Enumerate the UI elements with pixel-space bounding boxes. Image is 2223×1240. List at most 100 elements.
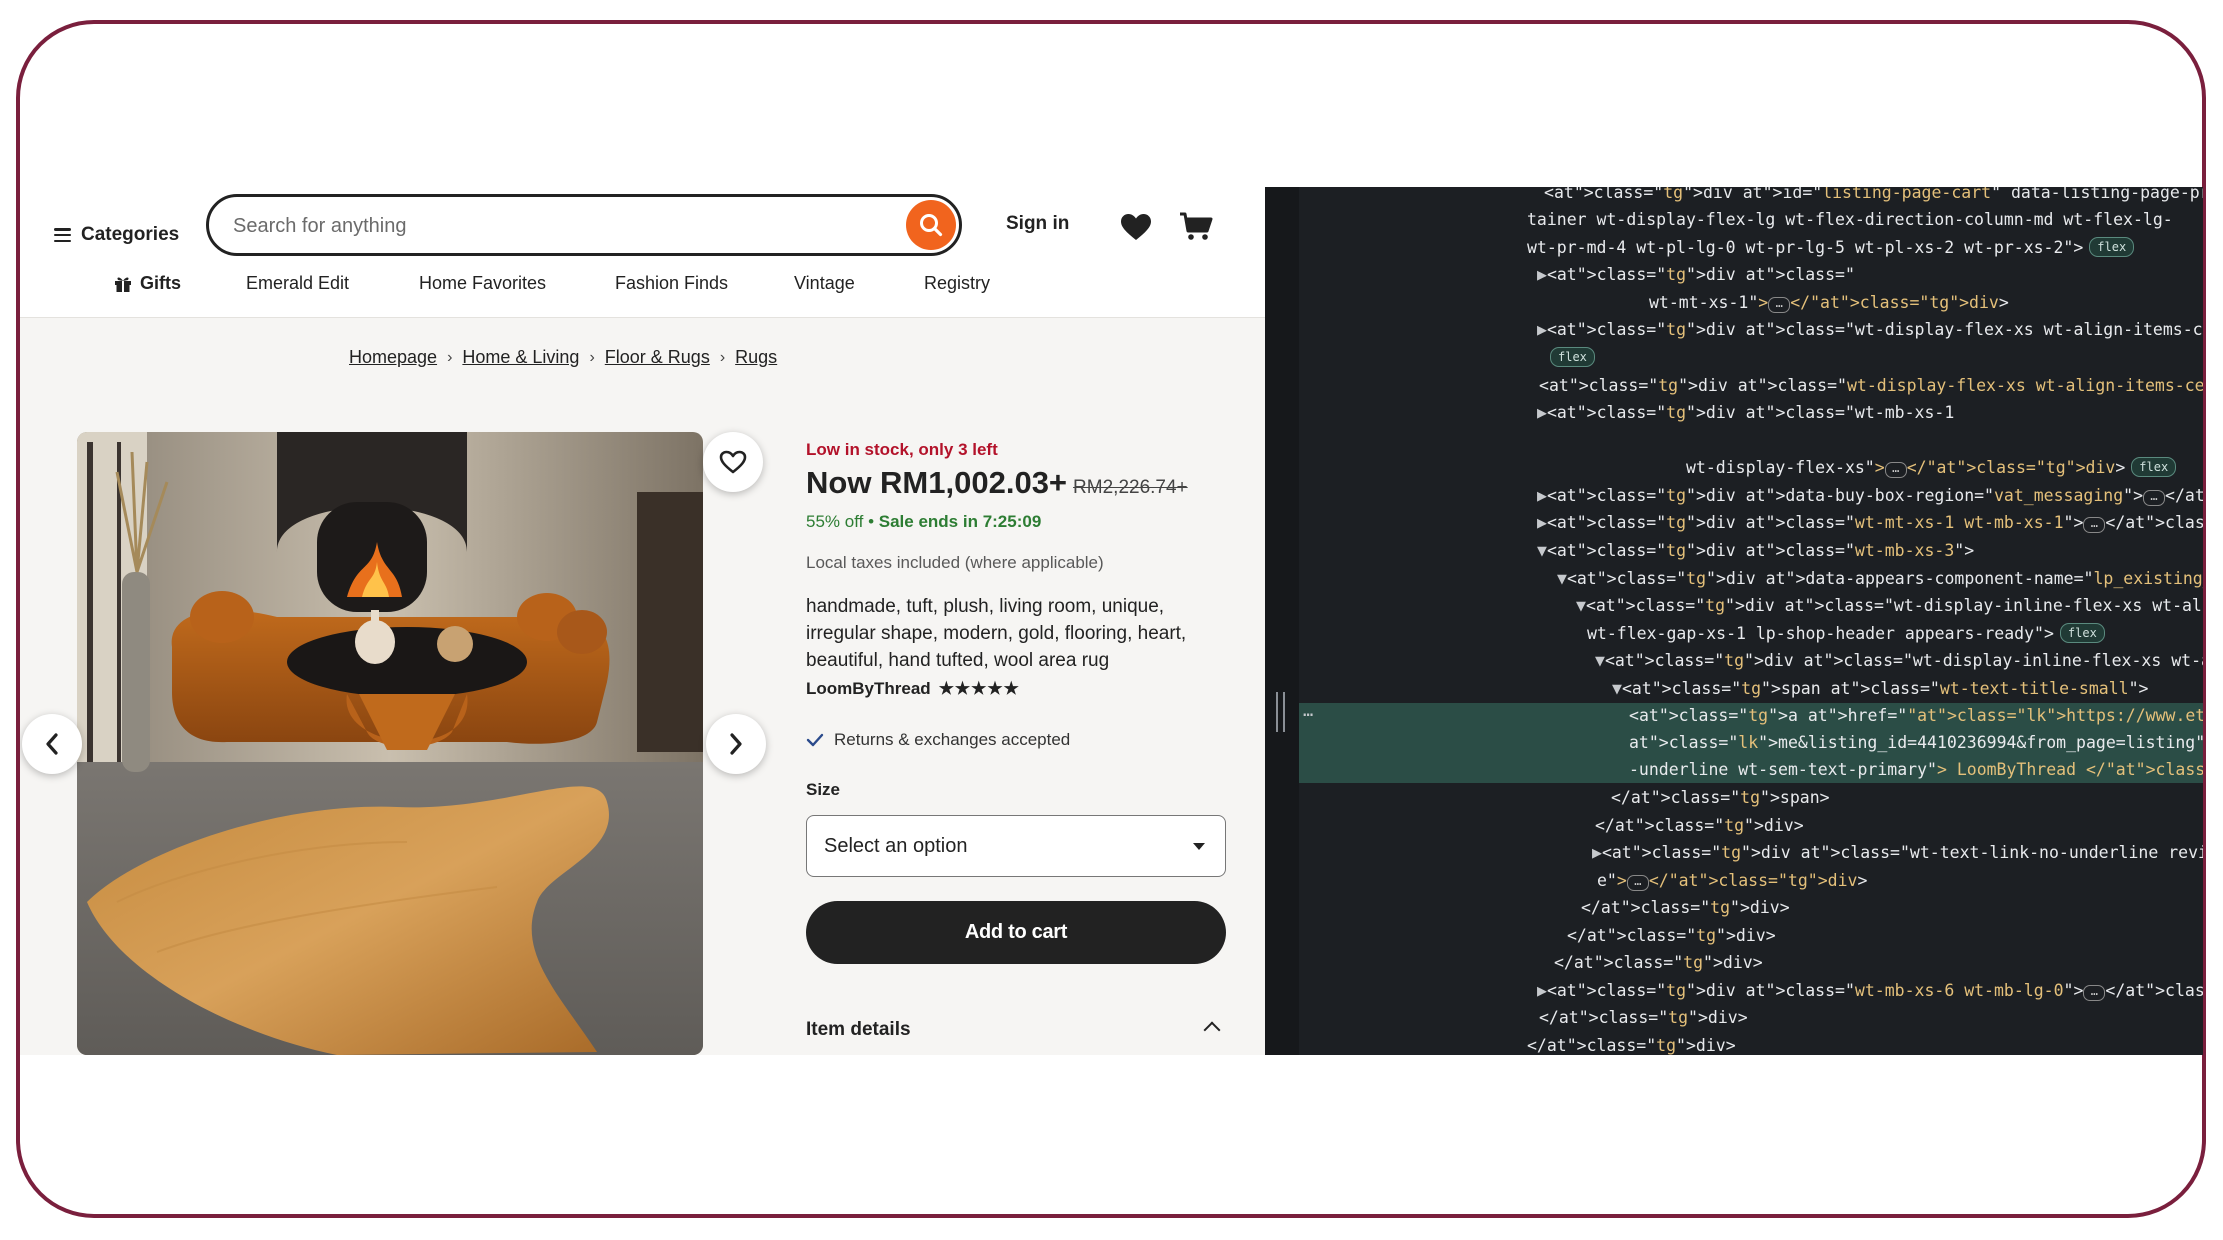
nav-label: Gifts	[140, 273, 182, 293]
heart-icon	[1121, 214, 1151, 240]
rating-stars[interactable]: ★★★★★	[939, 679, 1020, 699]
favorite-listing-button[interactable]	[703, 432, 763, 492]
stock-warning: Low in stock, only 3 left	[806, 440, 998, 459]
returns-label: Returns & exchanges accepted	[834, 730, 1071, 749]
seller-link[interactable]: LoomByThread	[806, 679, 931, 699]
dom-node-line[interactable]: ▶<at">class="tg">div at">class="	[1537, 262, 1855, 288]
dom-node-line[interactable]: ▶<at">class="tg">div at">class="wt-mt-xs…	[1537, 510, 2203, 536]
heart-outline-icon	[719, 450, 747, 474]
returns-policy: Returns & exchanges accepted	[806, 730, 1070, 750]
breadcrumb-homepage[interactable]: Homepage	[349, 347, 437, 368]
node-options-icon[interactable]: …	[1303, 701, 1313, 721]
dom-node-line[interactable]: ▼<at">class="tg">div at">data-appears-co…	[1557, 566, 2203, 592]
rug-photo	[77, 432, 703, 1055]
dom-node-line[interactable]: e">… </"at">class="tg">div>	[1597, 868, 1867, 894]
nav-item-registry[interactable]: Registry	[924, 273, 990, 294]
cart-icon	[1180, 212, 1213, 240]
sale-info: 55% off • Sale ends in 7:25:09	[806, 512, 1041, 532]
dom-node-line[interactable]: ▼<at">class="tg">div at">class="wt-displ…	[1576, 593, 2203, 619]
search-icon	[920, 214, 943, 237]
breadcrumb-rugs[interactable]: Rugs	[735, 347, 777, 368]
dom-node-line[interactable]: ▶<at">class="tg">div at">class="wt-mb-xs…	[1537, 400, 1954, 426]
sign-in-link[interactable]: Sign in	[1006, 213, 1069, 235]
next-image-button[interactable]	[706, 714, 766, 774]
flex-badge[interactable]: flex	[2089, 237, 2135, 257]
dom-node-line[interactable]: flex	[1544, 345, 1595, 371]
gift-icon	[115, 277, 131, 292]
dom-node-line[interactable]: ▼<at">class="tg">div at">class="wt-mb-xs…	[1537, 538, 1974, 564]
product-image[interactable]	[77, 432, 703, 1055]
size-select-value: Select an option	[824, 834, 968, 857]
chevron-right-icon: ›	[589, 348, 595, 366]
breadcrumb: Homepage › Home & Living › Floor & Rugs …	[349, 347, 777, 368]
current-price: Now RM1,002.03+	[806, 465, 1068, 500]
flex-badge[interactable]: flex	[2131, 457, 2177, 477]
discount: 55% off	[806, 512, 864, 531]
previous-image-button[interactable]	[22, 714, 82, 774]
breadcrumb-home-living[interactable]: Home & Living	[462, 347, 579, 368]
checkmark-icon	[806, 733, 824, 747]
nav-item-vintage[interactable]: Vintage	[794, 273, 855, 294]
dom-node-line[interactable]: </at">class="tg">div>	[1581, 895, 1790, 921]
seller-row: LoomByThread ★★★★★	[806, 679, 1020, 699]
nav-item-home-favorites[interactable]: Home Favorites	[419, 273, 546, 294]
chevron-right-icon: ›	[447, 348, 453, 366]
dom-node-line[interactable]: </at">class="tg">div>	[1554, 950, 1763, 976]
dom-node-line[interactable]: </at">class="tg">span>	[1611, 785, 1830, 811]
item-details-toggle[interactable]: Item details	[806, 1019, 1226, 1041]
search-button[interactable]	[906, 200, 956, 250]
dom-node-line[interactable]: ▶<at">class="tg">div at">class="wt-text-…	[1592, 840, 2203, 866]
dom-node-line[interactable]: tainer wt-display-flex-lg wt-flex-direct…	[1527, 207, 2173, 233]
devtools-panel: … <at">class="tg">div at">id="listing-pa…	[1265, 187, 2203, 1055]
hamburger-icon	[54, 228, 71, 242]
chevron-up-icon	[1203, 1021, 1221, 1039]
nav-item-fashion-finds[interactable]: Fashion Finds	[615, 273, 728, 294]
caret-down-icon	[1193, 843, 1205, 850]
category-nav: Gifts Emerald Edit Home Favorites Fashio…	[20, 273, 1265, 309]
dom-node-line[interactable]: -underline wt-sem-text-primary"> LoomByT…	[1629, 757, 2203, 783]
dom-node-line[interactable]: at">class="lk">me&listing_id=4410236994&…	[1629, 730, 2203, 756]
dom-node-line[interactable]: </at">class="tg">div>	[1567, 923, 1776, 949]
cart-button[interactable]	[1174, 205, 1218, 249]
favorites-button[interactable]	[1114, 205, 1158, 249]
chevron-right-icon	[730, 733, 742, 755]
search-bar	[206, 194, 962, 256]
categories-button[interactable]: Categories	[54, 215, 179, 255]
nav-item-gifts[interactable]: Gifts	[114, 273, 181, 294]
search-input[interactable]	[231, 209, 875, 243]
dom-node-line[interactable]: <at">class="tg">a at">href=""at">class="…	[1629, 703, 2203, 729]
original-price: RM2,226.74+	[1073, 477, 1188, 498]
add-to-cart-button[interactable]: Add to cart	[806, 901, 1226, 964]
size-select[interactable]: Select an option	[806, 815, 1226, 877]
dom-node-line[interactable]: </at">class="tg">div>	[1527, 1033, 1736, 1055]
flex-badge[interactable]: flex	[2059, 623, 2105, 643]
dom-node-line[interactable]: wt-display-flex-xs">… </"at">class="tg">d…	[1686, 455, 2177, 481]
sale-countdown: Sale ends in 7:25:09	[878, 512, 1042, 531]
breadcrumb-floor-rugs[interactable]: Floor & Rugs	[605, 347, 710, 368]
devtools-gutter	[1265, 187, 1299, 1055]
panel-resize-handle[interactable]	[1276, 692, 1285, 732]
dom-node-line[interactable]: wt-flex-gap-xs-1 lp-shop-header appears-…	[1587, 621, 2105, 647]
chevron-right-icon: ›	[719, 348, 726, 366]
bullet: •	[868, 512, 875, 531]
dom-node-line[interactable]: <at">class="tg">div at">class="wt-displa…	[1539, 373, 2203, 399]
site-header: Categories Sign in	[20, 187, 1265, 318]
dom-node-line[interactable]: ▼<at">class="tg">div at">class="wt-displ…	[1595, 648, 2203, 674]
flex-badge[interactable]: flex	[1550, 347, 1595, 367]
size-label: Size	[806, 780, 841, 799]
dom-node-line[interactable]: ▼<at">class="tg">span at">class="wt-text…	[1612, 676, 2148, 702]
dom-node-line[interactable]: </at">class="tg">div>	[1539, 1005, 1748, 1031]
dom-node-line[interactable]: wt-pr-md-4 wt-pl-lg-0 wt-pr-lg-5 wt-pl-x…	[1527, 235, 2135, 261]
dom-node-line[interactable]: wt-mt-xs-1">… </"at">class="tg">div>	[1649, 290, 2009, 316]
dom-node-line[interactable]: ▶<at">class="tg">div at">class="wt-mb-xs…	[1537, 978, 2203, 1004]
nav-item-emerald-edit[interactable]: Emerald Edit	[246, 273, 349, 294]
dom-node-line[interactable]: ▶<at">class="tg">div at">data-buy-box-re…	[1537, 483, 2203, 509]
dom-node-line[interactable]: <at">class="tg">div at">id="listing-page…	[1544, 187, 2203, 206]
screenshot-area: Categories Sign in	[20, 187, 2203, 1055]
dom-node-line[interactable]: ▶<at">class="tg">div at">class="wt-displ…	[1537, 317, 2203, 343]
chevron-left-icon	[46, 733, 58, 755]
dom-node-line[interactable]: </at">class="tg">div>	[1595, 813, 1804, 839]
shop-page: Categories Sign in	[20, 187, 1265, 1055]
tax-note: Local taxes included (where applicable)	[806, 553, 1104, 572]
price: Now RM1,002.03+ RM2,226.74+	[806, 465, 1188, 501]
